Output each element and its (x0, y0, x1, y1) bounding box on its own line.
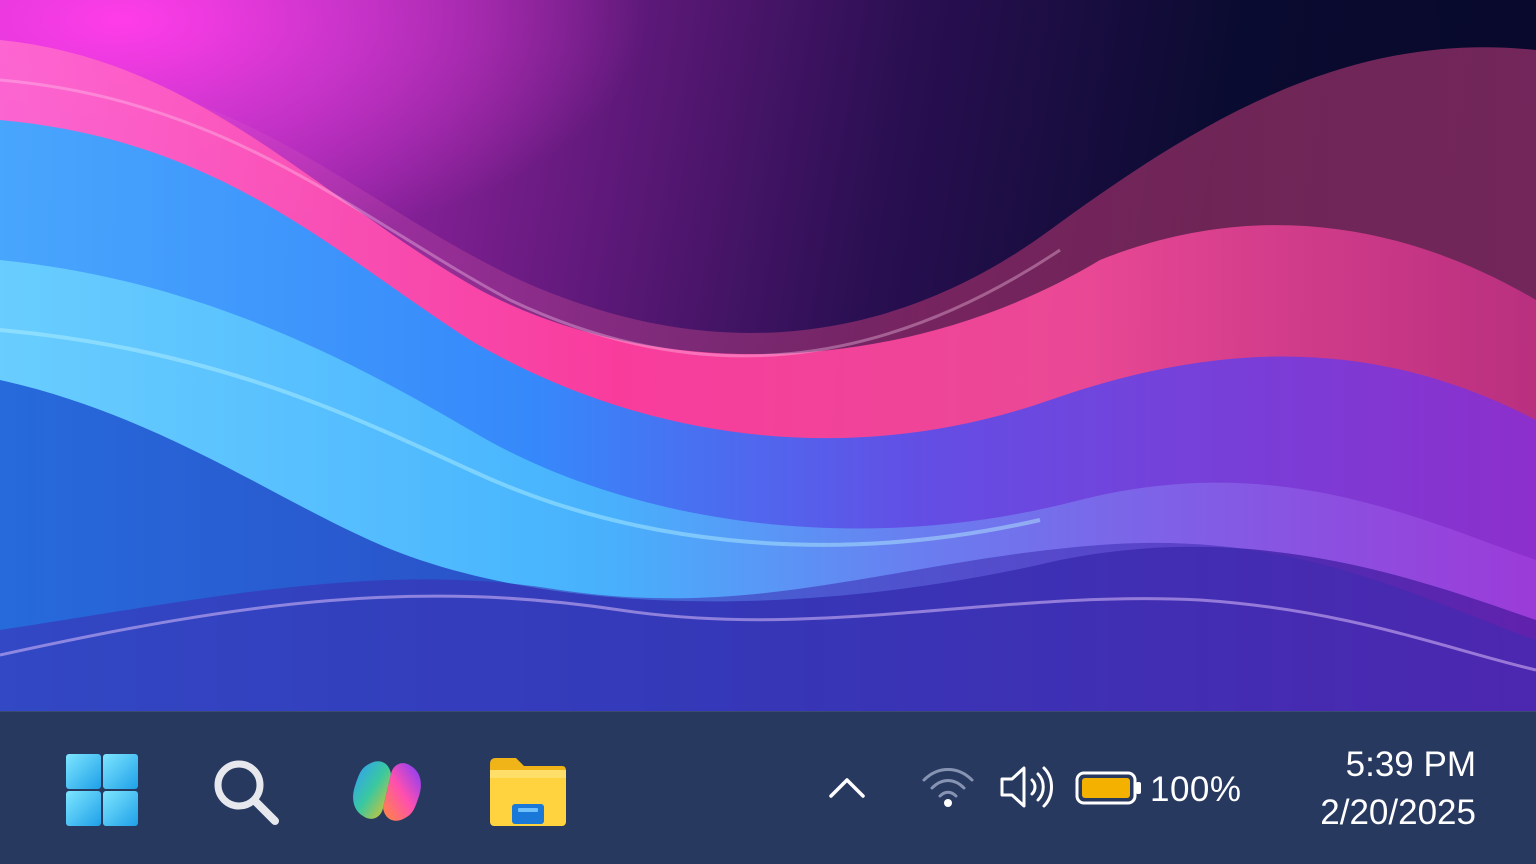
battery-button[interactable] (1074, 768, 1144, 808)
clock-button[interactable]: 5:39 PM 2/20/2025 (1320, 742, 1476, 838)
volume-button[interactable] (996, 762, 1058, 812)
file-explorer-icon (490, 758, 566, 826)
network-button[interactable] (920, 762, 976, 810)
taskbar: 100% 5:39 PM 2/20/2025 (0, 711, 1536, 864)
wifi-icon (922, 768, 974, 807)
copilot-button[interactable] (346, 750, 428, 832)
search-icon (214, 760, 279, 825)
copilot-icon (353, 761, 421, 821)
clock-date: 2/20/2025 (1320, 793, 1476, 832)
windows-start-icon (66, 754, 138, 826)
start-button[interactable] (62, 750, 142, 830)
search-button[interactable] (206, 752, 286, 832)
file-explorer-button[interactable] (486, 750, 570, 834)
chevron-up-icon (829, 778, 865, 798)
wallpaper-waves (0, 40, 1536, 711)
battery-percentage: 100% (1150, 770, 1242, 809)
show-hidden-icons-button[interactable] (822, 768, 872, 808)
clock-time: 5:39 PM (1345, 745, 1476, 784)
volume-icon (1000, 766, 1053, 808)
battery-icon (1075, 771, 1141, 805)
desktop-wallpaper (0, 0, 1536, 711)
